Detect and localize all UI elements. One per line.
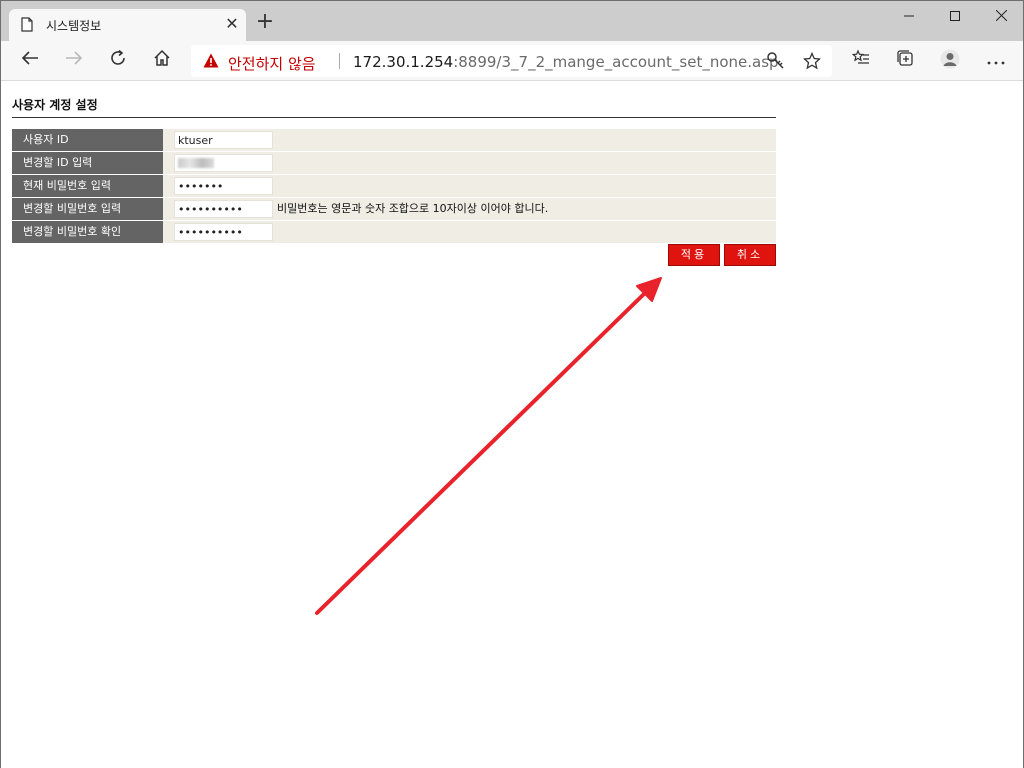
url-path: :8899/3_7_2_mange_account_set_none.asp <box>453 53 779 71</box>
tab-close-icon[interactable]: ✕ <box>223 15 241 33</box>
more-dots-icon <box>987 61 1005 65</box>
tab-title: 시스템정보 <box>46 19 102 33</box>
form-row-new-id: 변경할 ID 입력 <box>12 152 776 175</box>
redacted-value <box>178 158 214 168</box>
home-icon <box>154 49 170 66</box>
confirm-password-input[interactable] <box>174 223 273 241</box>
profile-button[interactable] <box>938 49 962 73</box>
home-button[interactable] <box>150 49 174 73</box>
browser-tab[interactable]: 시스템정보 ✕ <box>9 9 246 41</box>
new-id-label: 변경할 ID 입력 <box>12 152 163 174</box>
collections-button[interactable] <box>893 49 917 73</box>
browser-window: 시스템정보 ✕ + 안전하지 않음 172.30.1.254:8899/3_7_… <box>0 0 1024 768</box>
password-hint: 비밀번호는 영문과 숫자 조합으로 10자이상 이어야 합니다. <box>277 202 549 215</box>
url-host: 172.30.1.254 <box>353 53 454 71</box>
close-icon <box>995 9 1007 22</box>
apply-button[interactable]: 적용 <box>668 244 720 266</box>
title-divider <box>12 117 776 118</box>
form-row-new-password: 변경할 비밀번호 입력 비밀번호는 영문과 숫자 조합으로 10자이상 이어야 … <box>12 198 776 221</box>
settings-more-button[interactable] <box>984 49 1008 73</box>
form-row-user-id: 사용자 ID <box>12 129 776 152</box>
current-password-label: 현재 비밀번호 입력 <box>12 175 163 197</box>
back-arrow-icon <box>21 51 38 65</box>
new-password-input[interactable] <box>174 200 273 218</box>
current-password-input[interactable] <box>174 177 273 195</box>
favorite-star-icon[interactable] <box>803 52 821 70</box>
minimize-button[interactable] <box>886 5 932 29</box>
confirm-password-label: 변경할 비밀번호 확인 <box>12 221 163 243</box>
profile-avatar-icon <box>940 49 960 69</box>
new-tab-button[interactable]: + <box>255 11 275 33</box>
back-button[interactable] <box>18 49 42 73</box>
url-separator <box>339 53 340 69</box>
refresh-icon <box>111 49 125 65</box>
tab-bar: 시스템정보 ✕ + <box>1 1 1023 41</box>
form-row-current-password: 현재 비밀번호 입력 <box>12 175 776 198</box>
url-text[interactable]: 172.30.1.254:8899/3_7_2_mange_account_se… <box>353 53 779 71</box>
close-window-button[interactable] <box>978 5 1024 29</box>
form-row-confirm-password: 변경할 비밀번호 확인 <box>12 221 776 244</box>
page-title: 사용자 계정 설정 <box>12 98 98 112</box>
address-bar[interactable]: 안전하지 않음 172.30.1.254:8899/3_7_2_mange_ac… <box>191 45 832 77</box>
forward-arrow-icon <box>66 51 83 65</box>
maximize-icon <box>950 11 960 21</box>
warning-icon <box>203 53 219 68</box>
maximize-button[interactable] <box>932 5 978 29</box>
favorites-list-button[interactable] <box>849 49 873 73</box>
security-status[interactable]: 안전하지 않음 <box>228 53 316 74</box>
minimize-icon <box>904 15 914 17</box>
new-password-label: 변경할 비밀번호 입력 <box>12 198 163 220</box>
user-id-label: 사용자 ID <box>12 129 163 151</box>
favorites-list-icon <box>851 49 869 64</box>
navigation-bar: 안전하지 않음 172.30.1.254:8899/3_7_2_mange_ac… <box>1 41 1023 81</box>
forward-button[interactable] <box>62 49 86 73</box>
refresh-button[interactable] <box>106 49 130 73</box>
collections-icon <box>897 50 913 66</box>
account-form: 사용자 ID 변경할 ID 입력 현재 비밀번호 입력 변경할 비밀번호 입력 … <box>12 129 776 244</box>
page-icon <box>21 17 33 32</box>
cancel-button[interactable]: 취소 <box>724 244 776 266</box>
key-icon[interactable] <box>766 51 786 71</box>
user-id-input[interactable] <box>174 131 273 149</box>
page-content: 사용자 계정 설정 사용자 ID 변경할 ID 입력 현재 비밀번호 입력 변경… <box>1 82 1023 768</box>
